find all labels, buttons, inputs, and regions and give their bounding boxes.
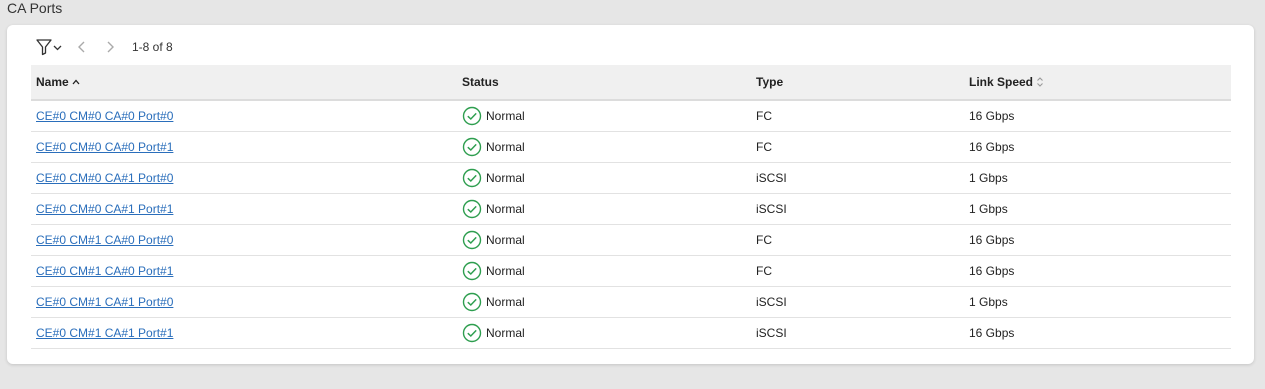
status-text: Normal: [486, 171, 525, 185]
table-row: CE#0 CM#0 CA#1 Port#1 Normal iSCSI 1 Gbp…: [31, 194, 1231, 225]
next-page-button[interactable]: [96, 35, 124, 59]
table-toolbar: 1-8 of 8: [34, 35, 173, 59]
port-name-link[interactable]: CE#0 CM#1 CA#1 Port#0: [36, 295, 173, 309]
filter-icon: [36, 39, 62, 56]
table-row: CE#0 CM#1 CA#1 Port#0 Normal iSCSI 1 Gbp…: [31, 287, 1231, 318]
column-header-name[interactable]: Name: [31, 75, 457, 89]
table-row: CE#0 CM#0 CA#0 Port#1 Normal FC 16 Gbps: [31, 132, 1231, 163]
type-cell: iSCSI: [756, 202, 787, 216]
link-speed-cell: 16 Gbps: [969, 326, 1015, 340]
column-header-link-speed-label: Link Speed: [969, 75, 1034, 89]
column-header-status[interactable]: Status: [457, 75, 751, 89]
port-name-link[interactable]: CE#0 CM#0 CA#1 Port#0: [36, 171, 173, 185]
port-name-link[interactable]: CE#0 CM#0 CA#0 Port#0: [36, 109, 173, 123]
type-cell: iSCSI: [756, 171, 787, 185]
table-header-row: Name Status Type Link Speed: [31, 65, 1231, 101]
port-name-link[interactable]: CE#0 CM#1 CA#1 Port#1: [36, 326, 173, 340]
type-cell: FC: [756, 140, 772, 154]
status-text: Normal: [486, 233, 525, 247]
check-circle-icon: [462, 230, 482, 250]
port-name-link[interactable]: CE#0 CM#1 CA#0 Port#1: [36, 264, 173, 278]
status-text: Normal: [486, 295, 525, 309]
filter-button[interactable]: [34, 35, 68, 59]
link-speed-cell: 1 Gbps: [969, 202, 1008, 216]
check-circle-icon: [462, 261, 482, 281]
column-header-name-label: Name: [36, 75, 69, 89]
type-cell: FC: [756, 264, 772, 278]
ca-ports-table: Name Status Type Link Speed CE#0 CM#0 CA…: [31, 65, 1231, 349]
page-title: CA Ports: [7, 0, 63, 16]
type-cell: iSCSI: [756, 326, 787, 340]
check-circle-icon: [462, 137, 482, 157]
check-circle-icon: [462, 292, 482, 312]
port-name-link[interactable]: CE#0 CM#0 CA#1 Port#1: [36, 202, 173, 216]
status-text: Normal: [486, 140, 525, 154]
pagination-label: 1-8 of 8: [132, 40, 173, 54]
table-row: CE#0 CM#0 CA#1 Port#0 Normal iSCSI 1 Gbp…: [31, 163, 1231, 194]
table-row: CE#0 CM#1 CA#0 Port#0 Normal FC 16 Gbps: [31, 225, 1231, 256]
type-cell: FC: [756, 233, 772, 247]
check-circle-icon: [462, 323, 482, 343]
check-circle-icon: [462, 199, 482, 219]
link-speed-cell: 16 Gbps: [969, 233, 1015, 247]
link-speed-cell: 1 Gbps: [969, 295, 1008, 309]
link-speed-cell: 1 Gbps: [969, 171, 1008, 185]
status-text: Normal: [486, 109, 525, 123]
port-name-link[interactable]: CE#0 CM#1 CA#0 Port#0: [36, 233, 173, 247]
sort-unsorted-icon: [1036, 76, 1044, 88]
type-cell: iSCSI: [756, 295, 787, 309]
link-speed-cell: 16 Gbps: [969, 109, 1015, 123]
sort-ascending-icon: [72, 78, 80, 86]
previous-page-button[interactable]: [68, 35, 96, 59]
check-circle-icon: [462, 168, 482, 188]
type-cell: FC: [756, 109, 772, 123]
status-text: Normal: [486, 326, 525, 340]
column-header-type[interactable]: Type: [751, 75, 964, 89]
status-text: Normal: [486, 202, 525, 216]
table-row: CE#0 CM#0 CA#0 Port#0 Normal FC 16 Gbps: [31, 101, 1231, 132]
check-circle-icon: [462, 106, 482, 126]
chevron-right-icon: [107, 41, 114, 53]
port-name-link[interactable]: CE#0 CM#0 CA#0 Port#1: [36, 140, 173, 154]
link-speed-cell: 16 Gbps: [969, 264, 1015, 278]
link-speed-cell: 16 Gbps: [969, 140, 1015, 154]
table-row: CE#0 CM#1 CA#1 Port#1 Normal iSCSI 16 Gb…: [31, 318, 1231, 349]
chevron-left-icon: [78, 41, 85, 53]
status-text: Normal: [486, 264, 525, 278]
table-row: CE#0 CM#1 CA#0 Port#1 Normal FC 16 Gbps: [31, 256, 1231, 287]
column-header-link-speed[interactable]: Link Speed: [964, 75, 1231, 89]
